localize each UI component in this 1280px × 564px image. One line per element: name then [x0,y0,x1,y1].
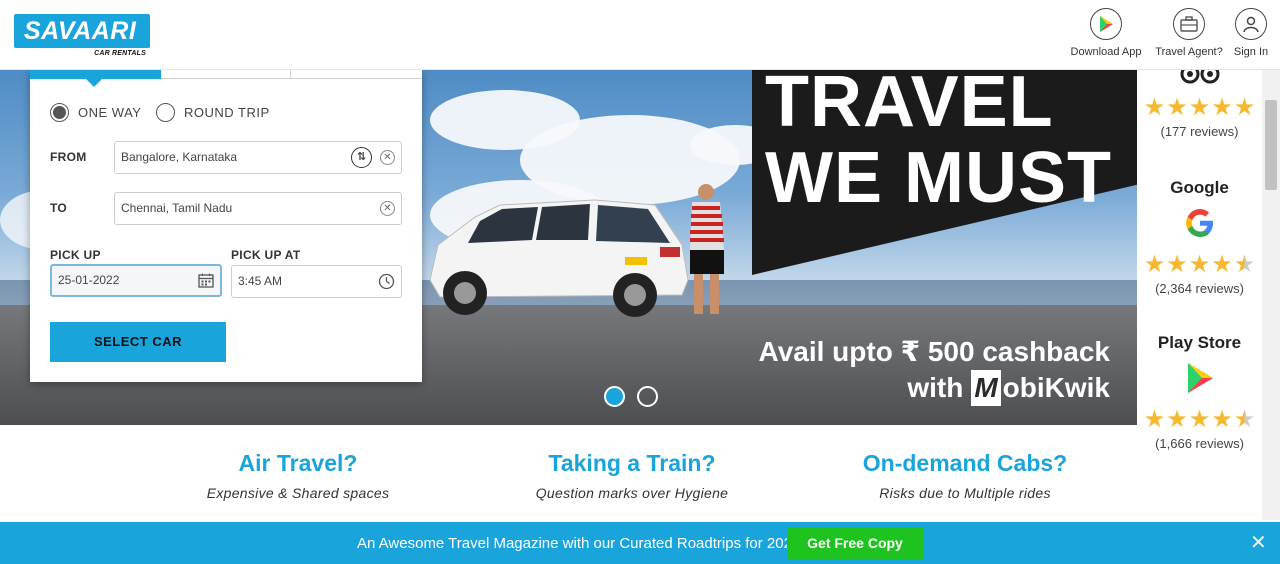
clear-from-icon[interactable]: ✕ [380,150,395,165]
review-count: (177 reviews) [1160,124,1239,139]
radio-one-way[interactable] [50,103,69,122]
star-icon: ★ [1166,251,1188,278]
review-count: (1,666 reviews) [1155,436,1244,451]
feature-cabs: On-demand Cabs? Risks due to Multiple ri… [835,450,1095,501]
booking-form: ONE WAY ROUND TRIP FROM Bangalore, Karna… [30,70,422,382]
rating-stars: ★ ★ ★ ★ ★ [1137,408,1262,432]
mobikwik-wordmark: obiKwik [1002,372,1110,403]
calendar-icon[interactable] [198,273,214,288]
suv-car-image [429,199,689,317]
review-play-store[interactable]: Play Store ★ ★ ★ ★ ★ (1,666 reviews) [1137,333,1262,451]
briefcase-icon [1173,8,1205,40]
reviews-sidebar: ★ ★ ★ ★ ★ (177 reviews) Google ★ ★ ★ ★ ★ (2,364 … [1137,64,1262,460]
feature-title: Taking a Train? [548,450,716,476]
star-icon: ★ [1188,251,1211,278]
from-label: FROM [50,150,87,164]
travel-agent-label: Travel Agent? [1155,46,1223,58]
star-icon: ★ [1233,94,1256,121]
from-input[interactable]: Bangalore, Karnataka ⇅ ✕ [114,141,402,174]
feature-train: Taking a Train? Question marks over Hygi… [502,450,762,501]
select-car-button[interactable]: SELECT CAR [50,322,226,362]
tab-local[interactable] [161,70,291,79]
star-icon: ★ [1188,94,1211,121]
star-icon: ★ [1143,94,1166,121]
to-input[interactable]: Chennai, Tamil Nadu ✕ [114,192,402,225]
one-way-label: ONE WAY [78,105,142,120]
review-google[interactable]: Google ★ ★ ★ ★ ★ (2,364 reviews) [1137,178,1262,296]
star-icon: ★ [1211,406,1233,433]
sign-in-link[interactable]: Sign In [1230,8,1272,64]
trip-type-one-way[interactable]: ONE WAY [50,103,141,122]
rating-stars: ★ ★ ★ ★ ★ [1137,96,1262,120]
carousel-dots [604,386,658,407]
carousel-dot-2[interactable] [637,386,658,407]
logo-wordmark: SAVAARI [14,14,150,48]
mobikwik-logo: MobiKwik [971,370,1110,406]
feature-subtitle: Expensive & Shared spaces [206,485,390,501]
to-value: Chennai, Tamil Nadu [121,201,233,215]
feature-subtitle: Risks due to Multiple rides [879,485,1051,501]
sign-in-label: Sign In [1233,46,1269,58]
hero-headline-line1: TRAVEL [765,70,1054,142]
star-icon: ★ [1166,406,1188,433]
promo-banner: An Awesome Travel Magazine with our Cura… [0,522,1280,564]
pickup-date-label: PICK UP [50,248,101,262]
star-icon: ★ [1211,94,1233,121]
from-value: Bangalore, Karnataka [121,150,238,164]
radio-round-trip[interactable] [156,103,175,122]
download-app-label: Download App [1070,46,1142,58]
feature-title: Air Travel? [238,450,358,476]
review-tripadvisor[interactable]: ★ ★ ★ ★ ★ (177 reviews) [1137,60,1262,139]
clear-to-icon[interactable]: ✕ [380,201,395,216]
site-header: SAVAARI CAR RENTALS Download App Travel … [0,0,1280,70]
star-icon: ★ [1143,406,1166,433]
pickup-date-input[interactable]: 25-01-2022 [50,264,222,297]
mobikwik-m: M [971,370,1001,406]
half-star-icon: ★ [1233,406,1256,433]
review-title: Google [1170,178,1229,197]
carousel-dot-1[interactable] [604,386,625,407]
pickup-time-label: PICK UP AT [231,248,301,262]
scrollbar-thumb[interactable] [1265,100,1277,190]
star-icon: ★ [1166,94,1188,121]
star-icon: ★ [1188,406,1211,433]
review-title: Play Store [1157,333,1242,352]
tab-outstation[interactable] [30,70,161,87]
clock-icon[interactable] [378,273,395,290]
page-scrollbar[interactable] [1262,70,1280,520]
cashback-offer: Avail upto ₹ 500 cashback with MobiKwik [690,334,1110,406]
pickup-time-input[interactable]: 3:45 AM [231,265,402,298]
round-trip-label: ROUND TRIP [184,105,270,120]
hero-headline-line2: WE MUST [765,138,1112,218]
rating-stars: ★ ★ ★ ★ ★ [1137,253,1262,277]
pickup-date-value: 25-01-2022 [58,273,120,287]
trip-type-round-trip[interactable]: ROUND TRIP [156,103,270,122]
half-star-icon: ★ [1233,251,1256,278]
feature-air-travel: Air Travel? Expensive & Shared spaces [168,450,428,501]
savaari-logo[interactable]: SAVAARI CAR RENTALS [14,14,150,62]
pickup-time-value: 3:45 AM [238,274,283,288]
cashback-text: Avail upto ₹ 500 cashback [758,336,1110,367]
user-icon [1235,8,1267,40]
travel-agent-link[interactable]: Travel Agent? [1151,8,1227,64]
feature-subtitle: Question marks over Hygiene [535,485,729,501]
close-icon[interactable]: ✕ [1250,533,1267,553]
star-icon: ★ [1143,251,1166,278]
service-tabs [30,70,422,87]
tab-airport[interactable] [291,70,422,79]
google-icon [1185,209,1213,237]
cashback-with: with [907,372,964,403]
play-store-icon [1187,363,1213,393]
get-free-copy-button[interactable]: Get Free Copy [787,527,923,559]
download-app-link[interactable]: Download App [1066,8,1146,64]
banner-text: An Awesome Travel Magazine with our Cura… [357,535,801,552]
to-label: TO [50,201,68,215]
logo-subtitle: CAR RENTALS [94,50,146,57]
traveler-person-image [690,184,724,314]
feature-title: On-demand Cabs? [862,450,1068,476]
play-store-icon [1090,8,1122,40]
star-icon: ★ [1211,251,1233,278]
review-count: (2,364 reviews) [1155,281,1244,296]
swap-locations-icon[interactable]: ⇅ [351,147,372,168]
